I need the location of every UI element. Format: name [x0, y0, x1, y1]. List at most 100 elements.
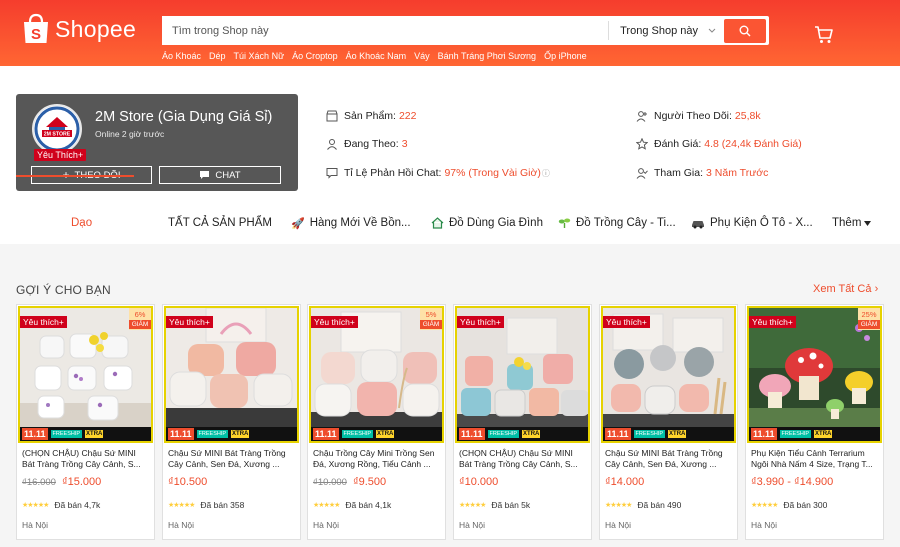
product-image: Yêu thích+ 5% GIẢM 11.11 FREESHIP XTRA: [309, 306, 444, 443]
sold-count: Đã bán 300: [783, 500, 828, 510]
product-image: Yêu thích+ 6% GIẢM 11.11 FREESHIP XTRA: [18, 306, 153, 443]
sale-price: ₫15.000: [61, 476, 102, 488]
favorite-plus-badge: Yêu Thích+: [34, 149, 87, 161]
product-image: Yêu thích+ 11.11 FREESHIP XTRA: [164, 306, 299, 443]
star-rating-icon: ★★★★★: [313, 502, 340, 509]
shop-avatar[interactable]: 2M STORE: [32, 104, 82, 154]
discount-word: GIẢM: [858, 320, 880, 329]
stat-label: Đánh Giá:: [654, 138, 702, 150]
tab-label: Hàng Mới Về Bồn...: [309, 217, 411, 229]
stat-label: Đang Theo:: [344, 138, 399, 150]
tab-more[interactable]: Thêm: [832, 203, 872, 243]
product-name: Chậu Sứ MINI Bát Tràng Trồng Cây Cảnh, S…: [605, 448, 723, 469]
rating-row: ★★★★★ Đã bán 4,7k: [22, 500, 100, 510]
price-row: ₫3.990 - ₫14.900: [751, 476, 833, 488]
shopee-logo[interactable]: S Shopee: [22, 13, 136, 45]
discount-badge: 6% GIẢM: [129, 308, 151, 330]
promo-date: 11.11: [459, 428, 485, 440]
hot-keyword-link[interactable]: Túi Xách Nữ: [234, 51, 285, 61]
favorite-label: Yêu thích+: [749, 316, 796, 328]
stat-rating: Đánh Giá: 4.8 (24,4k Đánh Giá): [636, 138, 802, 150]
shop-info-section: 2M STORE Yêu Thích+ 2M Store (Gia Dụng G…: [0, 66, 900, 244]
hot-keyword-link[interactable]: Váy: [414, 51, 430, 61]
star-rating-icon: ★★★★★: [751, 502, 778, 509]
hot-keyword-link[interactable]: Ốp iPhone: [544, 51, 587, 61]
price-row: ₫10.000: [459, 476, 498, 488]
sale-price: ₫10.500: [168, 476, 208, 488]
discount-word: GIẢM: [129, 320, 151, 329]
rating-row: ★★★★★ Đã bán 300: [751, 500, 827, 510]
product-name: Chậu Sứ MINI Bát Tràng Trồng Cây Cảnh, S…: [168, 448, 286, 469]
rocket-icon: 🚀: [291, 217, 305, 230]
location: Hà Nội: [459, 520, 485, 530]
promo-date: 11.11: [751, 428, 777, 440]
hot-keyword-link[interactable]: Dép: [209, 51, 226, 61]
hot-keyword-link[interactable]: Áo Croptop: [292, 51, 338, 61]
product-name: (CHỌN CHẬU) Chậu Sứ MINI Bát Tràng Trồng…: [22, 448, 141, 469]
xtra-tag: XTRA: [376, 430, 395, 438]
sale-price: ₫14.000: [605, 476, 645, 488]
stat-label: Người Theo Dõi:: [654, 110, 732, 122]
product-card[interactable]: Yêu thích+ 11.11 FREESHIP XTRA (CHỌN CHẬU…: [453, 304, 592, 540]
active-tab-indicator: [16, 175, 134, 177]
star-rating-icon: ★★★★★: [459, 502, 486, 509]
rating-row: ★★★★★ Đã bán 358: [168, 500, 244, 510]
price-row: ₫10.000 ₫9.500: [313, 476, 386, 488]
price-row: ₫14.000: [605, 476, 644, 488]
search-icon: [739, 25, 751, 36]
chat-button[interactable]: CHAT: [159, 166, 281, 184]
star-rating-icon: ★★★★★: [168, 502, 195, 509]
hot-keyword-link[interactable]: Áo Khoác: [162, 51, 201, 61]
favorite-label: Yêu thích+: [20, 316, 67, 328]
tab-new-arrivals[interactable]: 🚀 Hàng Mới Về Bồn...: [291, 203, 411, 243]
caret-down-icon: [864, 220, 872, 226]
product-card[interactable]: Yêu thích+ 11.11 FREESHIP XTRA Chậu Sứ MI…: [599, 304, 738, 540]
product-card[interactable]: Yêu thích+ 11.11 FREESHIP XTRA Chậu Sứ MI…: [162, 304, 301, 540]
tab-car-accessories[interactable]: Phụ Kiện Ô Tô - X...: [691, 203, 813, 243]
tab-household[interactable]: Đồ Dùng Gia Đình: [431, 203, 543, 243]
favorite-label: Yêu thích+: [166, 316, 213, 328]
freeship-tag: FREESHIP: [196, 430, 229, 438]
tab-all-products[interactable]: TẤT CẢ SẢN PHẨM: [168, 203, 272, 243]
tab-label: Đồ Dùng Gia Đình: [449, 217, 543, 229]
freeship-tag: FREESHIP: [633, 430, 666, 438]
stat-value: 3: [401, 138, 408, 150]
original-price: ₫16.000: [22, 477, 56, 488]
cart-icon[interactable]: [814, 25, 834, 45]
section-title: GỢI Ý CHO BẠN: [16, 283, 111, 297]
search-button[interactable]: [724, 18, 766, 43]
logo-text: Shopee: [55, 15, 137, 42]
location: Hà Nội: [168, 520, 194, 530]
product-image: Yêu thích+ 11.11 FREESHIP XTRA: [455, 306, 590, 443]
shopping-bag-icon: S: [24, 13, 48, 43]
hot-keyword-link[interactable]: Bánh Tráng Phơi Sương: [438, 51, 536, 61]
sold-count: Đã bán 490: [637, 500, 682, 510]
discount-word: GIẢM: [420, 320, 442, 329]
info-icon[interactable]: ⓘ: [542, 168, 550, 179]
tab-explore[interactable]: Dạo: [71, 203, 92, 243]
stat-response-rate: Tỉ Lệ Phản Hồi Chat: 97% (Trong Vài Giờ)…: [326, 167, 550, 179]
rating-row: ★★★★★ Đã bán 490: [605, 500, 681, 510]
chat-icon: [200, 171, 210, 179]
search-scope-dropdown[interactable]: Trong Shop này: [608, 21, 724, 40]
tab-gardening[interactable]: Đồ Trồng Cây - Ti...: [558, 203, 676, 243]
original-price: ₫10.000: [313, 477, 347, 488]
location: Hà Nội: [751, 520, 777, 530]
discount-percent: 25%: [861, 310, 877, 319]
see-all-link[interactable]: Xem Tất Cả ›: [813, 283, 878, 295]
xtra-tag: XTRA: [231, 430, 250, 438]
promo-date: 11.11: [168, 428, 194, 440]
product-card[interactable]: Yêu thích+ 25% GIẢM 11.11 FREESHIP XTRA Ph…: [745, 304, 884, 540]
promo-strip: 11.11 FREESHIP XTRA: [311, 427, 442, 441]
search-input[interactable]: [162, 16, 609, 45]
tab-label: Đồ Trồng Cây - Ti...: [576, 217, 676, 229]
sprout-icon: [558, 218, 571, 228]
discount-badge: 25% GIẢM: [858, 308, 880, 330]
product-card[interactable]: Yêu thích+ 6% GIẢM 11.11 FREESHIP XTRA (CH…: [16, 304, 155, 540]
product-name: Chậu Trồng Cây Mini Trồng Sen Đá, Xương …: [313, 448, 435, 469]
product-card[interactable]: Yêu thích+ 5% GIẢM 11.11 FREESHIP XTRA Chậ…: [307, 304, 446, 540]
hot-keyword-link[interactable]: Áo Khoác Nam: [346, 51, 407, 61]
sale-price: ₫3.990 - ₫14.900: [751, 476, 834, 488]
promo-strip: 11.11 FREESHIP XTRA: [457, 427, 588, 441]
house-icon: [431, 217, 444, 229]
